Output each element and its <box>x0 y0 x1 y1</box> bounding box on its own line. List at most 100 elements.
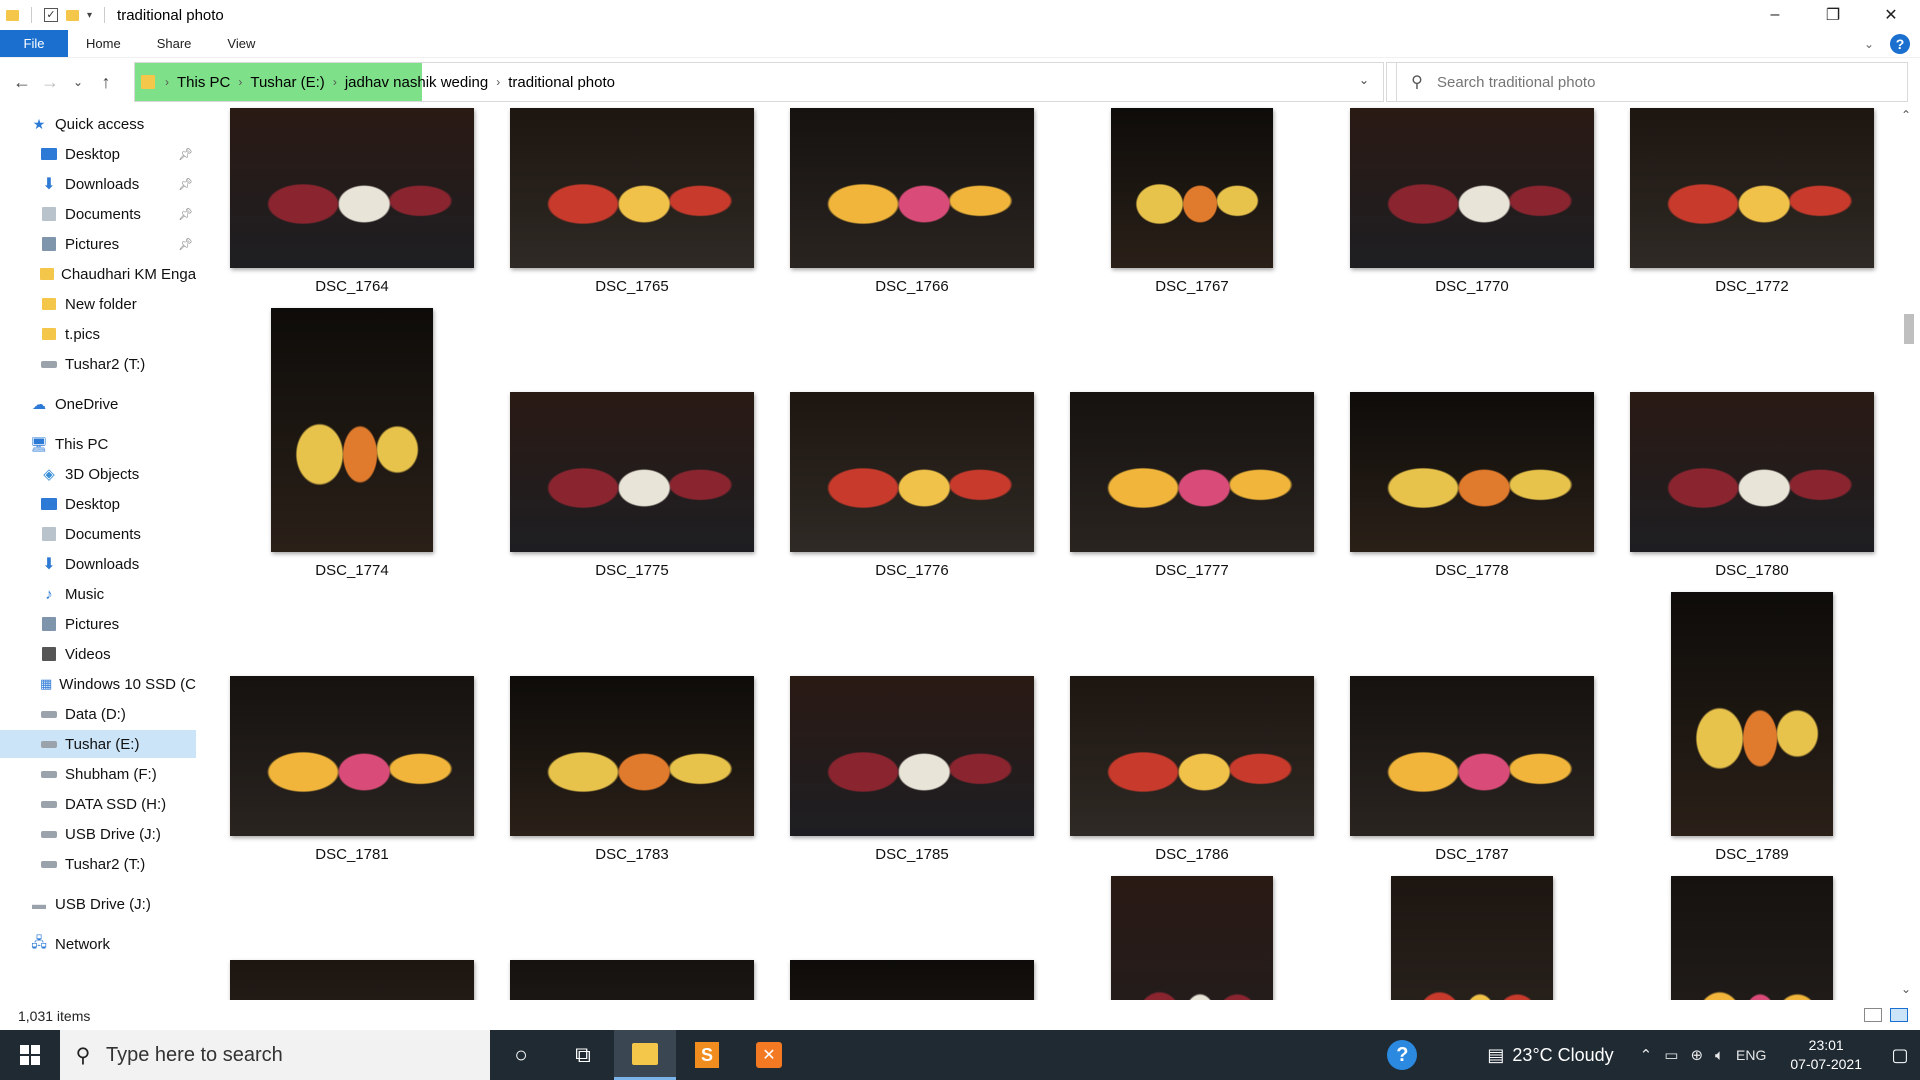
photo-image <box>271 308 433 552</box>
properties-icon[interactable]: ✓ <box>44 8 58 22</box>
language-indicator[interactable]: ENG <box>1736 1047 1766 1063</box>
nav-item-label: Desktop <box>65 495 121 513</box>
nav-pc-item[interactable]: Data (D:) <box>0 700 196 728</box>
forward-arrow-icon[interactable]: → <box>36 72 64 93</box>
crumb-current[interactable]: traditional photo <box>502 74 621 91</box>
task-view-icon[interactable]: ⧉ <box>552 1030 614 1080</box>
nav-network[interactable]: 🖧︎ Network <box>0 930 196 958</box>
nav-pc-item[interactable]: Videos <box>0 640 196 668</box>
taskbar-search[interactable]: ⚲ Type here to search <box>60 1030 490 1080</box>
tab-view[interactable]: View <box>209 30 273 57</box>
start-button[interactable] <box>0 1030 60 1080</box>
volume-icon[interactable]: 🔈︎ <box>1715 1047 1724 1064</box>
sublime-text-taskbar-icon[interactable]: S <box>676 1030 738 1080</box>
photo-image <box>1070 392 1314 552</box>
photo-image <box>1671 876 1833 1000</box>
news-icon: ▤ <box>1487 1044 1505 1065</box>
nav-item-label: Chaudhari KM Enga <box>61 265 196 283</box>
recent-locations-icon[interactable]: ⌄ <box>64 75 92 89</box>
details-view-icon[interactable] <box>1864 1008 1882 1022</box>
tab-home[interactable]: Home <box>68 30 139 57</box>
file-name: DSC_1786 <box>1155 846 1229 863</box>
nav-usb-drive[interactable]: ▬ USB Drive (J:) <box>0 890 196 918</box>
nav-quick-access[interactable]: ★ Quick access <box>0 110 196 138</box>
nav-item-label: USB Drive (J:) <box>65 825 161 843</box>
nav-quick-item[interactable]: New folder <box>0 290 196 318</box>
battery-icon[interactable]: ▭ <box>1664 1046 1678 1064</box>
nav-quick-item[interactable]: Documents 📌︎ <box>0 200 196 228</box>
nav-onedrive[interactable]: ☁ OneDrive <box>0 390 196 418</box>
documents-icon <box>40 206 58 222</box>
nav-pc-item[interactable]: DATA SSD (H:) <box>0 790 196 818</box>
nav-item-label: Shubham (F:) <box>65 765 157 783</box>
tab-share[interactable]: Share <box>139 30 210 57</box>
address-dropdown-icon[interactable]: ⌄ <box>1359 73 1369 87</box>
vertical-scrollbar[interactable]: ⌃ ⌄ <box>1896 104 1920 1000</box>
crumb-drive[interactable]: Tushar (E:) <box>244 74 330 91</box>
show-hidden-icons-icon[interactable]: ⌃ <box>1640 1046 1653 1064</box>
nav-pc-item[interactable]: ⬇ Downloads <box>0 550 196 578</box>
desktop-icon <box>40 496 58 512</box>
folder-icon <box>40 326 58 342</box>
search-box[interactable]: ⚲ <box>1396 62 1908 102</box>
nav-quick-item[interactable]: Desktop 📌︎ <box>0 140 196 168</box>
crumb-folder[interactable]: jadhav nashik weding <box>339 74 494 91</box>
nav-this-pc[interactable]: 🖥︎ This PC <box>0 430 196 458</box>
tab-file[interactable]: File <box>0 30 68 57</box>
file-name: DSC_1783 <box>595 846 669 863</box>
network-globe-icon[interactable]: ⊕ <box>1690 1046 1703 1064</box>
close-button[interactable]: ✕ <box>1862 0 1920 30</box>
minimize-button[interactable]: – <box>1746 0 1804 30</box>
nav-pc-item[interactable]: Pictures <box>0 610 196 638</box>
nav-pc-item[interactable]: Shubham (F:) <box>0 760 196 788</box>
nav-pc-item[interactable]: Documents <box>0 520 196 548</box>
notifications-icon[interactable]: ▢ <box>1880 1045 1920 1066</box>
up-arrow-icon[interactable]: ↑ <box>92 72 120 93</box>
cortana-icon[interactable]: ○ <box>490 1030 552 1080</box>
file-name: DSC_1770 <box>1435 278 1509 295</box>
nav-pc-item[interactable]: ◈ 3D Objects <box>0 460 196 488</box>
nav-pc-item[interactable]: ▦ Windows 10 SSD (C <box>0 670 196 698</box>
scroll-up-icon[interactable]: ⌃ <box>1901 108 1911 122</box>
photo-image <box>1350 392 1594 552</box>
large-icons-view-icon[interactable] <box>1890 1008 1908 1022</box>
new-folder-icon[interactable] <box>66 9 79 21</box>
scroll-down-icon[interactable]: ⌄ <box>1901 982 1911 996</box>
weather-widget[interactable]: ▤ 23°C Cloudy <box>1487 1045 1613 1066</box>
clock[interactable]: 23:01 07-07-2021 <box>1790 1036 1862 1074</box>
nav-header-label: Network <box>55 935 111 953</box>
nav-quick-item[interactable]: t.pics <box>0 320 196 348</box>
nav-pc-item[interactable]: Tushar2 (T:) <box>0 850 196 878</box>
chevron-right-icon[interactable]: › <box>494 75 502 89</box>
search-icon: ⚲ <box>1411 74 1423 91</box>
nav-pc-item[interactable]: USB Drive (J:) <box>0 820 196 848</box>
help-tips-icon[interactable]: ? <box>1387 1040 1418 1070</box>
crumb-this-pc[interactable]: This PC <box>171 74 236 91</box>
nav-pc-item[interactable]: ♪ Music <box>0 580 196 608</box>
help-icon[interactable]: ? <box>1890 34 1910 54</box>
nav-pc-item[interactable]: Tushar (E:) <box>0 730 196 758</box>
nav-quick-item[interactable]: ⬇ Downloads 📌︎ <box>0 170 196 198</box>
drive-icon <box>40 826 58 842</box>
search-input[interactable] <box>1437 73 1877 91</box>
chevron-right-icon[interactable]: › <box>236 75 244 89</box>
nav-quick-item[interactable]: Pictures 📌︎ <box>0 230 196 258</box>
xampp-taskbar-icon[interactable]: ✕ <box>738 1030 800 1080</box>
expand-ribbon-icon[interactable]: ⌄ <box>1864 37 1874 51</box>
nav-quick-item[interactable]: Tushar2 (T:) <box>0 350 196 378</box>
search-icon: ⚲ <box>75 1044 91 1067</box>
file-explorer-taskbar-icon[interactable] <box>614 1030 676 1080</box>
customize-toolbar-icon[interactable]: ▾ <box>87 10 92 21</box>
status-bar: 1,031 items <box>0 1002 1920 1030</box>
scroll-thumb[interactable] <box>1904 314 1914 344</box>
photo-image <box>510 108 754 268</box>
restore-button[interactable]: ❐ <box>1804 0 1862 30</box>
chevron-right-icon[interactable]: › <box>163 75 171 89</box>
file-name: DSC_1789 <box>1715 846 1789 863</box>
back-arrow-icon[interactable]: ← <box>8 72 36 93</box>
nav-quick-item[interactable]: Chaudhari KM Enga <box>0 260 196 288</box>
nav-item-label: Desktop <box>65 145 121 163</box>
chevron-right-icon[interactable]: › <box>331 75 339 89</box>
nav-pc-item[interactable]: Desktop <box>0 490 196 518</box>
address-bar[interactable]: › This PC › Tushar (E:) › jadhav nashik … <box>134 62 1384 102</box>
